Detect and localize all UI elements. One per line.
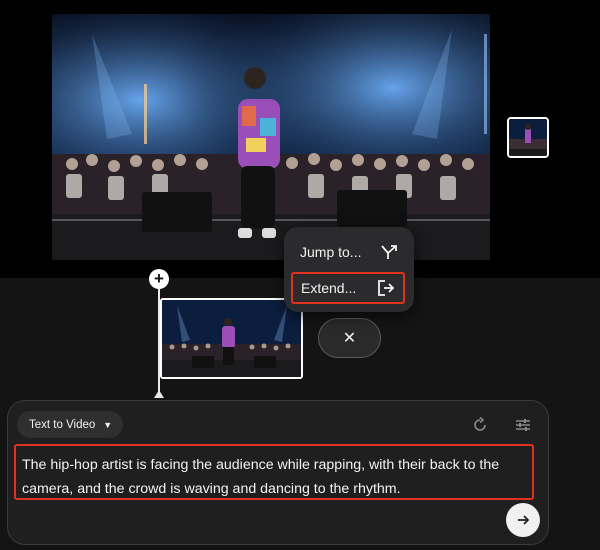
arrow-right-icon <box>518 515 530 525</box>
video-preview[interactable] <box>52 14 490 260</box>
mode-selector[interactable]: Text to Video ▼ <box>17 411 123 438</box>
sliders-icon[interactable] <box>514 416 532 434</box>
menu-item-label: Extend... <box>301 280 357 296</box>
refresh-icon[interactable] <box>471 416 489 434</box>
timeline-clip[interactable] <box>160 298 303 379</box>
menu-item-extend[interactable]: Extend... <box>291 272 405 304</box>
add-clip-button[interactable]: + <box>149 269 169 289</box>
menu-item-label: Jump to... <box>300 244 362 260</box>
thumbnail-clip[interactable] <box>507 117 549 158</box>
caret-down-icon: ▼ <box>103 419 113 430</box>
menu-item-jump-to[interactable]: Jump to... <box>292 236 406 268</box>
jump-arrow-icon <box>380 244 398 260</box>
close-button[interactable]: ✕ <box>318 318 381 358</box>
clip-context-menu: Jump to... Extend... <box>284 227 414 312</box>
extend-exit-icon <box>377 279 395 297</box>
send-button[interactable] <box>506 503 540 537</box>
close-icon: ✕ <box>342 330 357 347</box>
prompt-input[interactable]: The hip-hop artist is facing the audienc… <box>14 444 534 500</box>
mode-label: Text to Video <box>29 418 96 431</box>
playhead-marker <box>154 390 164 398</box>
